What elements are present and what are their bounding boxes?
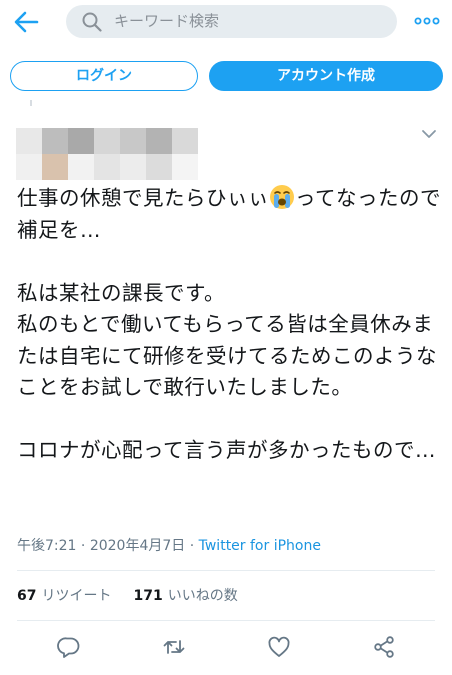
- signup-button[interactable]: アカウント作成: [209, 61, 443, 91]
- meta-separator-2: ·: [185, 538, 199, 554]
- tweet-page: キーワード検索 ログイン アカウント作成 仕事の休憩で見たらひぃぃ ってなったの…: [0, 0, 452, 675]
- retweet-count-group[interactable]: 67 リツイート: [17, 588, 111, 604]
- tweet-text-body: 私は某社の課長です。 私のもとで働いてもらってる皆は全員休みまたは自宅にて研修を…: [17, 280, 437, 462]
- divider: [17, 620, 435, 621]
- top-bar: キーワード検索: [0, 0, 452, 44]
- thread-line: [30, 100, 32, 106]
- search-input[interactable]: キーワード検索: [66, 5, 397, 38]
- like-count-group[interactable]: 171 いいねの数: [133, 588, 237, 604]
- like-icon[interactable]: [267, 635, 291, 659]
- divider: [17, 570, 435, 571]
- tweet-text: 仕事の休憩で見たらひぃぃ ってなったので補足を… 私は某社の課長です。 私のもと…: [17, 183, 443, 467]
- reply-icon[interactable]: [57, 635, 81, 659]
- loudly-crying-face-icon: [270, 185, 294, 209]
- more-icon[interactable]: [414, 14, 440, 28]
- tweet-date[interactable]: 2020年4月7日: [90, 538, 185, 554]
- back-arrow-icon[interactable]: [12, 9, 40, 35]
- retweet-label: リツイート: [41, 588, 112, 604]
- tweet-time: 午後7:21: [17, 538, 77, 554]
- meta-separator: ·: [76, 538, 90, 554]
- search-placeholder: キーワード検索: [114, 12, 220, 30]
- tweet-source-link[interactable]: Twitter for iPhone: [199, 538, 321, 554]
- search-icon: [82, 12, 102, 32]
- share-icon[interactable]: [372, 635, 396, 659]
- tweet-meta: 午後7:21 · 2020年4月7日 · Twitter for iPhone: [17, 535, 321, 555]
- like-count: 171: [133, 588, 163, 604]
- previous-tweet-edge: [0, 100, 452, 106]
- tweet-stats: 67 リツイート 171 いいねの数: [17, 585, 238, 605]
- user-info-redacted[interactable]: [16, 128, 198, 180]
- retweet-count: 67: [17, 588, 37, 604]
- chevron-down-icon[interactable]: [420, 128, 438, 140]
- login-button[interactable]: ログイン: [10, 61, 198, 91]
- tweet-text-part-1: 仕事の休憩で見たらひぃぃ: [17, 186, 269, 210]
- tweet-actions: [0, 632, 452, 662]
- retweet-icon[interactable]: [162, 635, 186, 659]
- like-label: いいねの数: [167, 588, 238, 604]
